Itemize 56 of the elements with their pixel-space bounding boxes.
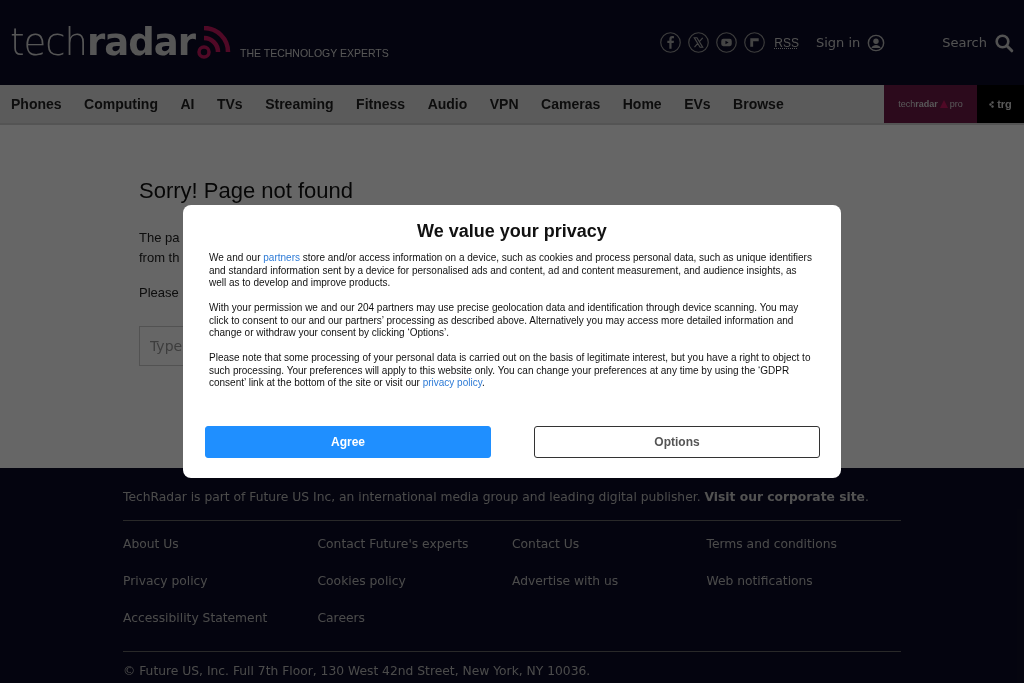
facebook-icon[interactable]	[660, 32, 682, 53]
corporate-site-link[interactable]: Visit our corporate site	[704, 490, 865, 504]
nav-link[interactable]: Home	[622, 96, 662, 112]
nav-link[interactable]: AI	[180, 96, 195, 112]
consent-paragraph: With your permission we and our 204 partners may use precise geolocation data and identification through device scanning. You may click to consent to our and our partners’ processing as described above. Alternatively you may access more detailed information and change or withdraw your consent by clicking ‘Options’.	[209, 302, 800, 340]
nav-link[interactable]: TVs	[216, 96, 243, 112]
footer-text: TechRadar is part of Future US Inc, an international media group and leading digital publisher.	[123, 490, 701, 504]
footer-link[interactable]: Accessibility Statement	[123, 610, 268, 627]
options-button[interactable]: Options	[534, 426, 820, 458]
dots-icon	[989, 100, 997, 108]
site-logo[interactable]: techradar	[10, 24, 195, 61]
footer-link[interactable]: Advertise with us	[512, 573, 619, 590]
consent-paragraph: We and our partners store and/or access information on a device, such as cookies and process personal data, such as unique identifiers and standard information sent by a device for personalised ads and content, ad and content measurement, and audience insights, as well as to develop and improve products.	[209, 252, 813, 290]
footer-text: .	[864, 490, 869, 504]
policy-link[interactable]: privacy policy	[422, 377, 482, 388]
nav-link[interactable]: Browse	[733, 96, 784, 112]
copyright-text: © Future US, Inc. Full 7th Floor, 130 West 42nd Street, New York, NY 10036.	[123, 664, 592, 678]
tagline: THE TECHNOLOGY EXPERTS	[240, 47, 389, 59]
pro-brand-text: techradar	[898, 99, 938, 109]
policy-link[interactable]: partners	[263, 252, 300, 263]
nav-link[interactable]: Fitness	[356, 96, 406, 112]
nav-link[interactable]: Phones	[11, 96, 62, 112]
trg-text: trg	[997, 98, 1012, 110]
footer-link[interactable]: Terms and conditions	[706, 536, 837, 553]
x-icon[interactable]	[688, 32, 710, 53]
nav-link[interactable]: VPN	[489, 96, 519, 112]
footer-link[interactable]: Cookies policy	[317, 573, 406, 590]
error-title: Sorry! Page not found	[139, 178, 354, 204]
nav-link[interactable]: Audio	[427, 96, 468, 112]
agree-button[interactable]: Agree	[205, 426, 491, 458]
search-link[interactable]: Search	[942, 35, 987, 50]
triangle-icon	[939, 100, 948, 108]
footer-link[interactable]: Contact Future's experts	[317, 536, 469, 553]
sign-in-link[interactable]: Sign in	[816, 35, 861, 50]
trg-badge[interactable]: trg	[977, 85, 1024, 123]
search-icon[interactable]	[994, 32, 1014, 53]
pro-label: pro	[949, 99, 963, 109]
footer-link[interactable]: About Us	[123, 536, 179, 553]
footer-link[interactable]: Privacy policy	[123, 573, 208, 590]
footer-link[interactable]: Contact Us	[512, 536, 580, 553]
nav-link[interactable]: Computing	[84, 96, 158, 112]
footer-link[interactable]: Careers	[317, 610, 365, 627]
error-message: The pa	[139, 229, 180, 247]
consent-paragraph: Please note that some processing of your personal data is carried out on the basis of legitimate interest, but you have a right to object to such processing. Your preferences will apply to this website only. You can change your preferences at any time by using the ‘GDPR consent’ link at the bottom of the site or visit our privacy policy.	[209, 352, 812, 390]
user-icon[interactable]	[867, 33, 886, 52]
dialog-title: We value your privacy	[416, 221, 608, 242]
nav-link[interactable]: EVs	[684, 96, 711, 112]
rss-link[interactable]: RSS	[774, 35, 799, 50]
nav-link[interactable]: Cameras	[541, 96, 601, 112]
error-message: from th	[139, 249, 180, 267]
pro-badge[interactable]: techradar pro	[884, 85, 977, 123]
flipboard-icon[interactable]	[744, 32, 766, 53]
youtube-icon[interactable]	[716, 32, 738, 53]
nav-link[interactable]: Streaming	[265, 96, 334, 112]
footer-link[interactable]: Web notifications	[706, 573, 813, 590]
search-hint: Please	[139, 284, 179, 302]
